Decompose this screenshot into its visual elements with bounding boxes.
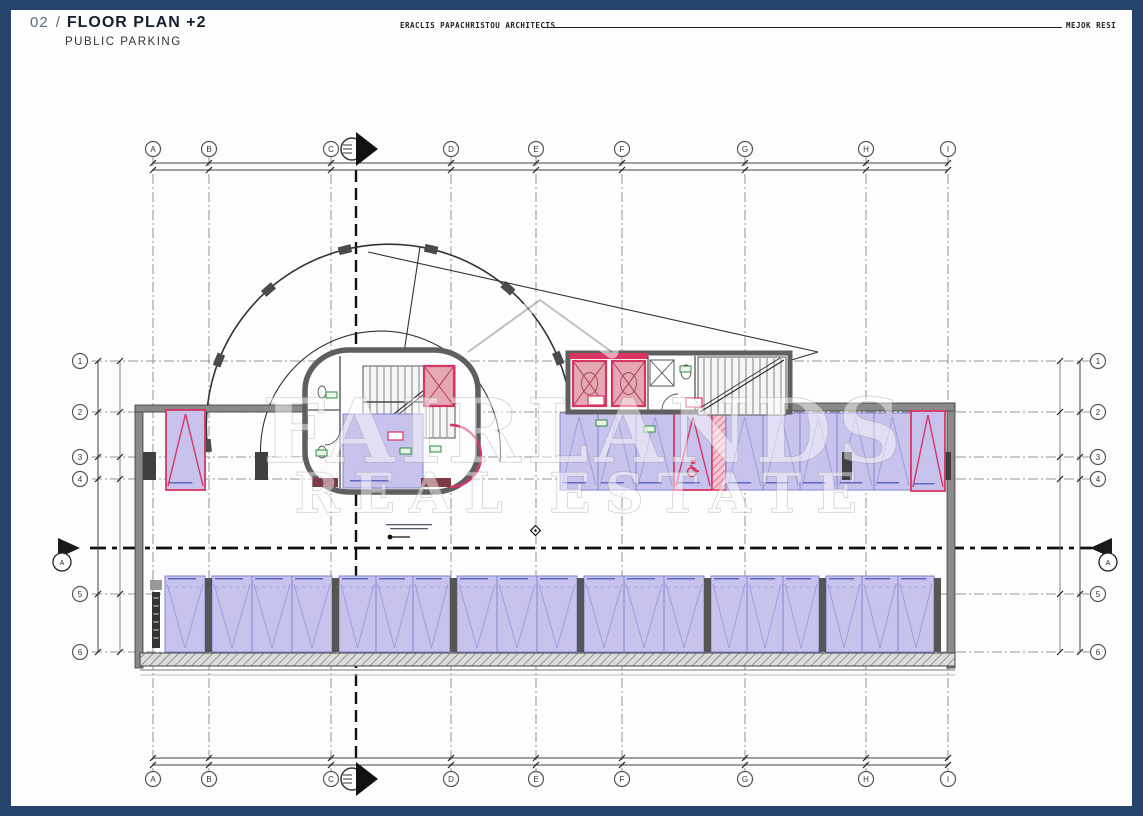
watermark: FAIRLANDS REAL ESTATE <box>263 300 907 525</box>
wall-right <box>947 403 955 668</box>
stall-label-mark <box>215 578 243 580</box>
grid-bubble-top-C-label: C <box>328 145 334 154</box>
grid-bubble-right-3-label: 3 <box>1096 453 1101 462</box>
parking-stall <box>339 576 376 652</box>
parking-stall <box>862 576 898 652</box>
parking-stall <box>413 576 450 652</box>
grid-bubble-right-1-label: 1 <box>1096 357 1101 366</box>
stall-column <box>332 578 339 652</box>
stall-label-mark <box>540 578 568 580</box>
grid-bubble-left-6-label: 6 <box>78 648 83 657</box>
stall-label-mark <box>901 578 926 580</box>
parking-stall <box>783 576 819 652</box>
grid-bubble-bottom-G-label: G <box>742 775 748 784</box>
parking-stall <box>664 576 704 652</box>
section-marker-label: A <box>1106 560 1111 567</box>
grid-bubble-top-G-label: G <box>742 145 748 154</box>
ramp-sign <box>150 580 162 590</box>
grid-bubble-top-F-label: F <box>620 145 625 154</box>
stall-label-mark <box>169 482 192 484</box>
stall-label-mark <box>255 578 283 580</box>
grid-bubble-bottom-H-label: H <box>863 775 869 784</box>
stall-label-mark <box>342 578 368 580</box>
column <box>143 452 156 480</box>
stall-label-mark <box>295 578 323 580</box>
grid-bubble-bottom-E-label: E <box>533 775 538 784</box>
grid-bubble-left-3-label: 3 <box>78 453 83 462</box>
parking-stall <box>252 576 292 652</box>
wall-left <box>135 408 143 668</box>
parking-stall <box>898 576 934 652</box>
floor-plan-drawing: A A B B C C D D E E F F G G H H I I 1 1 2 2 3 3 4 4 5 5 6 6 A A FAIRLA… <box>0 0 1143 816</box>
stall-label-mark <box>829 578 854 580</box>
stall-column <box>704 578 711 652</box>
parking-stall <box>624 576 664 652</box>
grid-bubble-right-2-label: 2 <box>1096 408 1101 417</box>
grid-bubble-bottom-D-label: D <box>448 775 454 784</box>
stall-column <box>577 578 584 652</box>
drawing-sheet: 02 / FLOOR PLAN +2 PUBLIC PARKING ERACLI… <box>0 0 1143 816</box>
stall-label-mark <box>587 578 615 580</box>
watermark-line2: REAL ESTATE <box>295 461 871 525</box>
stall-label-mark <box>500 578 528 580</box>
grid-bubble-top-I-label: I <box>947 145 949 154</box>
grid-bubble-right-5-label: 5 <box>1096 590 1101 599</box>
grid-bubble-left-2-label: 2 <box>78 408 83 417</box>
grid-bubble-left-1-label: 1 <box>78 357 83 366</box>
section-marker-label: A <box>60 560 65 567</box>
stall-label-mark <box>914 483 934 485</box>
parking-stall <box>711 576 747 652</box>
stall-label-mark <box>460 578 488 580</box>
parking-stall-highlighted <box>911 411 945 491</box>
north-arrow-icon <box>356 132 378 166</box>
stall-column <box>450 578 457 652</box>
grid-bubble-top-D-label: D <box>448 145 454 154</box>
stall-label-mark <box>667 578 695 580</box>
stall-label-mark <box>416 578 442 580</box>
level-arrow-dot <box>388 535 393 540</box>
parking-stall <box>457 576 497 652</box>
stall-label-mark <box>786 578 811 580</box>
ramp-sign-post <box>152 592 160 648</box>
watermark-roof-icon <box>468 300 612 352</box>
stall-label-mark <box>714 578 739 580</box>
grid-bubble-left-5-label: 5 <box>78 590 83 599</box>
stall-label-mark <box>627 578 655 580</box>
stall-label-mark <box>379 578 405 580</box>
stall-column <box>205 578 212 652</box>
parking-stall <box>165 576 205 652</box>
parking-stall <box>212 576 252 652</box>
parking-stall <box>497 576 537 652</box>
north-arrow-icon <box>356 762 378 796</box>
grid-bubble-top-B-label: B <box>206 145 211 154</box>
grid-bubble-bottom-I-label: I <box>947 775 949 784</box>
tag-green <box>680 366 691 372</box>
grid-bubble-right-4-label: 4 <box>1096 475 1101 484</box>
grid-bubble-top-E-label: E <box>533 145 538 154</box>
parking-stall <box>747 576 783 652</box>
grid-bubble-left-4-label: 4 <box>78 475 83 484</box>
parking-stall-highlighted <box>166 410 205 490</box>
grid-bubble-top-A-label: A <box>150 145 156 154</box>
grid-bubble-top-H-label: H <box>863 145 869 154</box>
stall-column <box>819 578 826 652</box>
grid-bubble-right-6-label: 6 <box>1096 648 1101 657</box>
grid-bubble-bottom-C-label: C <box>328 775 334 784</box>
grid-bubble-bottom-F-label: F <box>620 775 625 784</box>
parking-stall <box>826 576 862 652</box>
stall-label-mark <box>168 578 196 580</box>
parking-stall <box>376 576 413 652</box>
parking-stall <box>537 576 577 652</box>
stall-label-mark <box>750 578 775 580</box>
aisle-note-line <box>390 528 428 529</box>
grid-bubble-bottom-B-label: B <box>206 775 211 784</box>
parking-stall <box>292 576 332 652</box>
level-diamond-dot <box>534 529 537 532</box>
parking-stall <box>584 576 624 652</box>
wall-bottom-hatched <box>140 653 955 666</box>
grid-bubble-bottom-A-label: A <box>150 775 156 784</box>
stall-label-mark <box>865 578 890 580</box>
stall-column <box>934 578 941 652</box>
